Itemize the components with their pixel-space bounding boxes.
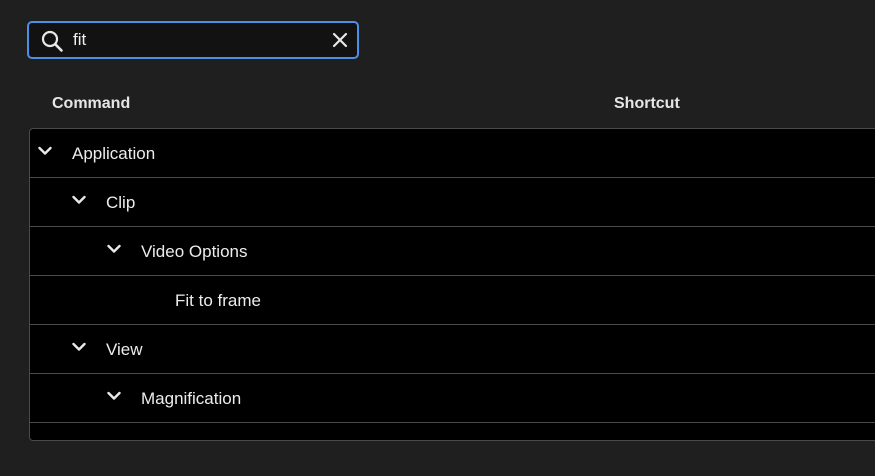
- search-icon: [41, 30, 63, 52]
- chevron-down-icon[interactable]: [72, 195, 86, 205]
- command-tree: Application Clip Video Options Fit to fr…: [29, 128, 875, 441]
- tree-row-label: Magnification: [141, 389, 242, 408]
- tree-row-label: Clip: [106, 193, 136, 212]
- search-input[interactable]: [73, 28, 323, 52]
- search-field[interactable]: [27, 21, 359, 59]
- tree-row-clip[interactable]: Clip: [30, 178, 875, 227]
- chevron-down-icon[interactable]: [72, 342, 86, 352]
- column-header-row: Command Shortcut: [0, 92, 875, 118]
- tree-row-magnification[interactable]: Magnification: [30, 374, 875, 423]
- tree-row-label: Video Options: [141, 242, 248, 261]
- column-header-command[interactable]: Command: [52, 95, 130, 113]
- tree-row-label: Application: [72, 144, 156, 163]
- column-header-shortcut[interactable]: Shortcut: [614, 95, 680, 113]
- tree-row-video-options[interactable]: Video Options: [30, 227, 875, 276]
- tree-row-fit-to-frame[interactable]: Fit to frame: [30, 276, 875, 325]
- chevron-down-icon[interactable]: [107, 391, 121, 401]
- close-icon[interactable]: [332, 32, 348, 48]
- tree-row-partial: [30, 423, 875, 439]
- tree-row-label: View: [106, 340, 143, 359]
- chevron-down-icon[interactable]: [107, 244, 121, 254]
- chevron-down-icon[interactable]: [38, 146, 52, 156]
- keyboard-shortcuts-panel: Command Shortcut Application Clip Video …: [0, 0, 875, 476]
- tree-row-application[interactable]: Application: [30, 129, 875, 178]
- tree-row-view[interactable]: View: [30, 325, 875, 374]
- tree-row-label: Fit to frame: [175, 291, 261, 310]
